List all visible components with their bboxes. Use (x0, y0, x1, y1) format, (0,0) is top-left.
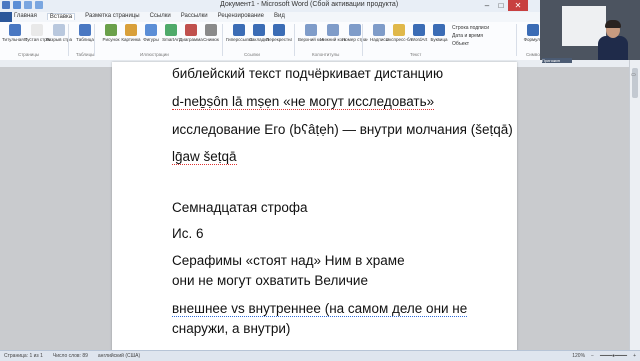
ribbon-button-label: Перекрестная ссылка (266, 37, 292, 42)
zoom-level[interactable]: 120% (572, 353, 585, 359)
ribbon-group-divider (294, 24, 295, 56)
picture-icon (105, 24, 117, 36)
ribbon-group-divider (222, 24, 223, 56)
zoom-out-icon[interactable]: − (591, 353, 594, 359)
save-icon[interactable] (13, 1, 21, 9)
ribbon-group-label: Ссылки (244, 52, 260, 57)
status-bar: Страница: 1 из 1 Число слов: 89 английск… (0, 350, 640, 361)
ribbon-group-label: Иллюстрации (140, 52, 169, 57)
textbox-icon (373, 24, 385, 36)
webcam-name-tag: Пригожин (542, 58, 572, 63)
tab-references[interactable]: Ссылки (150, 13, 171, 20)
page-number-button[interactable]: Номер страницы (342, 24, 368, 50)
screenshot-button[interactable]: Снимок (198, 24, 224, 50)
tab-review[interactable]: Рецензирование (218, 13, 264, 20)
tab-insert[interactable]: Вставка (46, 13, 76, 20)
blank-page-icon (31, 24, 43, 36)
equation-icon (527, 24, 539, 36)
ribbon-button-label: Номер страницы (342, 37, 368, 42)
dropcap-icon (433, 24, 445, 36)
zoom-in-icon[interactable]: + (633, 353, 636, 359)
tab-home[interactable]: Главная (14, 13, 37, 20)
word-app-icon[interactable] (2, 1, 10, 9)
text-line[interactable]: внешнее vs внутреннее (на самом деле они… (172, 301, 468, 317)
clipart-icon (125, 24, 137, 36)
ribbon-group-label: Колонтитулы (312, 52, 340, 57)
ruler-toggle-icon[interactable]: ▭ (631, 72, 638, 79)
ribbon-group-divider (68, 24, 69, 56)
page-break-icon (53, 24, 65, 36)
quick-access-toolbar (2, 1, 43, 9)
ribbon-group-label: Страницы (18, 52, 40, 57)
text-line[interactable]: библейский текст подчёркивает дистанцию (172, 66, 443, 81)
file-tab[interactable] (0, 12, 12, 22)
window-title: Документ1 - Microsoft Word (Сбой активац… (220, 1, 399, 8)
undo-icon[interactable] (24, 1, 32, 9)
text-line[interactable]: lḡaw šeṭqā (172, 149, 237, 165)
text-line-span: d-neḇṣôn lā mṣẹn «не могут исследовать» (172, 94, 435, 110)
footer-icon (327, 24, 339, 36)
ribbon-group-divider (516, 24, 517, 56)
chart-icon (185, 24, 197, 36)
ribbon-button-label: Снимок (203, 37, 219, 42)
cover-page-icon (9, 24, 21, 36)
text-line[interactable]: Серафимы «стоят над» Ним в храме (172, 253, 405, 268)
ribbon-group-divider (362, 24, 363, 56)
bookmark-icon (253, 24, 265, 36)
cross-ref-icon (273, 24, 285, 36)
text-line[interactable]: Ис. 6 (172, 226, 203, 241)
webcam-overlay (540, 0, 640, 60)
zoom-slider[interactable]: ━━━━●━━━━ (600, 353, 627, 359)
presenter-hair (605, 20, 621, 28)
text-line[interactable]: Семнадцатая строфа (172, 200, 308, 215)
ribbon-small-item[interactable]: Строка подписи (452, 25, 489, 31)
tab-view[interactable]: Вид (274, 13, 285, 20)
ribbon-small-item[interactable]: Объект (452, 41, 469, 47)
ribbon-group-divider (94, 24, 95, 56)
ribbon-group-label: Таблицы (76, 52, 95, 57)
close-button[interactable]: ✕ (508, 0, 528, 11)
header-icon (305, 24, 317, 36)
text-line-span: внешнее vs внутреннее (на самом деле они… (172, 301, 468, 317)
ribbon-button-label: Буквица (430, 37, 448, 42)
vertical-scrollbar[interactable] (629, 60, 640, 350)
tab-page-layout[interactable]: Разметка страницы (85, 13, 139, 20)
wordart-icon (413, 24, 425, 36)
table-icon (79, 24, 91, 36)
text-line[interactable]: исследование Его (bʕâṭẹh) — внутри молча… (172, 122, 513, 137)
dropcap-button[interactable]: Буквица (426, 24, 452, 50)
shapes-icon (145, 24, 157, 36)
tab-mailings[interactable]: Рассылки (181, 13, 208, 20)
word-count[interactable]: Число слов: 89 (53, 353, 88, 359)
hyperlink-icon (233, 24, 245, 36)
maximize-button[interactable]: □ (494, 0, 508, 11)
language-indicator[interactable]: английский (США) (98, 353, 140, 359)
ribbon-group-label: Текст (410, 52, 422, 57)
presenter-torso (598, 36, 628, 60)
smartart-icon (165, 24, 177, 36)
presenter (598, 20, 628, 60)
quickparts-icon (393, 24, 405, 36)
window-controls: – □ ✕ (480, 0, 528, 11)
text-line[interactable]: они не могут охватить Величие (172, 273, 368, 288)
text-line-span: lḡaw šeṭqā (172, 149, 237, 165)
document-page[interactable]: библейский текст подчёркивает дистанцию … (112, 62, 517, 352)
text-line[interactable]: снаружи, а внутри) (172, 321, 290, 336)
screenshot-icon (205, 24, 217, 36)
cross-ref-button[interactable]: Перекрестная ссылка (266, 24, 292, 50)
ribbon-small-item[interactable]: Дата и время (452, 33, 483, 39)
page-number-icon (349, 24, 361, 36)
redo-icon[interactable] (35, 1, 43, 9)
minimize-button[interactable]: – (480, 0, 494, 11)
page-count[interactable]: Страница: 1 из 1 (4, 353, 43, 359)
text-line[interactable]: d-neḇṣôn lā mṣẹn «не могут исследовать» (172, 94, 435, 110)
